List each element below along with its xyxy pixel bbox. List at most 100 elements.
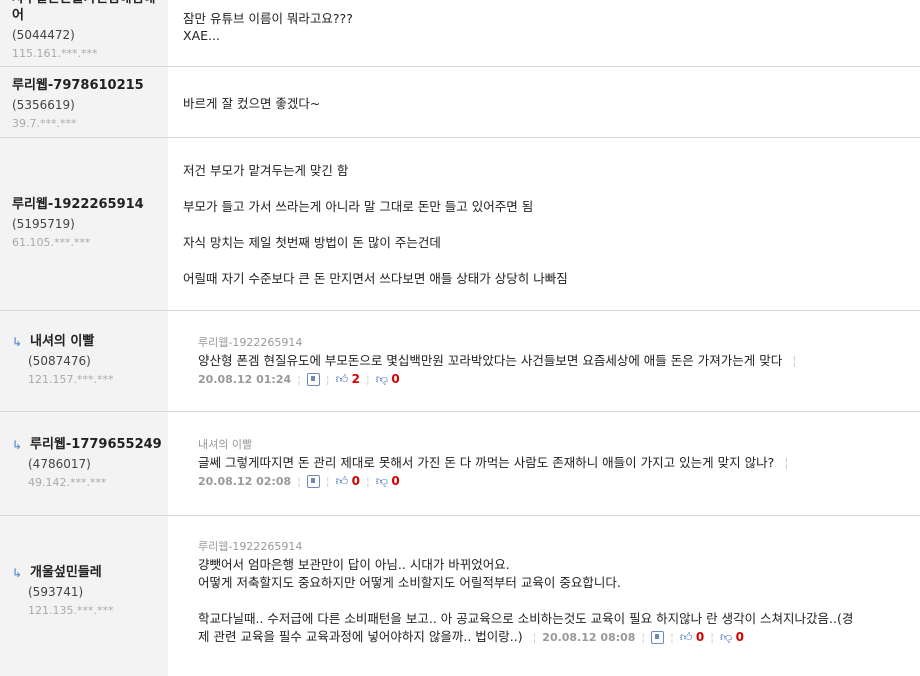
divider: ¦ [710,630,714,644]
reply-target[interactable]: 내셔의 이빨 [198,438,900,452]
upvote-button[interactable]: 👍︎ 0 [336,474,360,489]
report-icon[interactable] [306,475,320,488]
comment-line: 바르게 잘 컸으면 좋겠다~ [183,96,321,111]
author-nick-text[interactable]: 루리웹-1779655249 [30,436,162,453]
downvote-button[interactable]: 👎︎ 0 [720,628,744,647]
author-nick-text[interactable]: 내셔의 이빨 [30,333,94,350]
upvote-button[interactable]: 👍︎ 2 [336,372,360,387]
report-icon[interactable] [651,631,665,644]
author-nick[interactable]: 사우랄은은을가진팀해임해어 [12,0,162,24]
comment-author-panel: 루리웹-7978610215 (5356619) 39.7.***.*** [0,67,168,137]
reply-tools: ¦ 20.08.12 08:08 ¦ ¦ 👍︎ 0 ¦ 👎︎ 0 [533,628,744,647]
comment-body: 바르게 잘 컸으면 좋겠다~ [183,95,910,112]
reply-arrow-icon: ↳ [12,334,23,349]
downvote-count: 0 [391,474,400,488]
divider: ¦ [784,455,789,470]
thumbs-down-icon: 👎︎ [375,474,388,488]
reply-line: 어떻게 저축할지도 중요하지만 어떻게 소비할지도 어릴적부터 교육이 중요합니… [198,575,621,590]
author-nick-text[interactable]: 개울섶민들레 [30,564,102,581]
comment-line: 부모가 들고 가서 쓰라는게 아니라 말 그대로 돈만 들고 있어주면 됨 [183,199,534,214]
upvote-count: 0 [351,474,360,488]
reply-line [198,592,900,610]
author-ip: 49.142.***.*** [28,476,107,489]
thumbs-down-icon: 👎︎ [375,372,388,386]
reply-row: ↳ 내셔의 이빨 (5087476) 121.157.***.*** 루리웹-1… [0,311,920,412]
thumbs-down-icon: 👎︎ [719,630,733,644]
upvote-count: 2 [351,372,360,386]
reply-row: ↳ 개울섶민들레 (593741) 121.135.***.*** 루리웹-19… [0,516,920,676]
author-nick[interactable]: ↳ 개울섶민들레 [12,564,113,581]
author-ip: 121.157.***.*** [28,373,114,386]
author-nick[interactable]: ↳ 내셔의 이빨 [12,333,113,350]
comment-line: 잠만 유튜브 이름이 뭐라고요??? [183,11,353,26]
divider: ¦ [670,630,674,644]
comment-row: 사우랄은은을가진팀해임해어 (5044472) 115.161.***.*** … [0,0,920,67]
reply-arrow-icon: ↳ [12,437,23,452]
author-ip: 39.7.***.*** [12,117,77,130]
reply-body: 내셔의 이빨 글쎄 그렇게따지면 돈 관리 제대로 못해서 가진 돈 다 까먹는… [198,438,900,489]
comment-row: 루리웹-1922265914 (5195719) 61.105.***.*** … [0,138,920,311]
thumbs-up-icon: 👍︎ [335,474,349,488]
author-id: (593741) [28,585,84,599]
reply-tools: 20.08.12 02:08 ¦ ¦ 👍︎ 0 ¦ 👎︎ 0 [198,474,400,489]
downvote-button[interactable]: 👎︎ 0 [376,474,400,489]
reply-line: 걍뺏어서 엄마은행 보관만이 답이 아님.. 시대가 바뀌었어요. [198,557,510,572]
author-ip: 115.161.***.*** [12,47,98,60]
author-id: (4786017) [28,457,91,471]
reply-text: 걍뺏어서 엄마은행 보관만이 답이 아님.. 시대가 바뀌었어요. 어떻게 저축… [198,556,900,647]
comment-author-panel: 사우랄은은을가진팀해임해어 (5044472) 115.161.***.*** [0,0,168,66]
downvote-button[interactable]: 👎︎ 0 [376,372,400,387]
reply-line-last: 제 관련 교육을 필수 교육과정에 넣어야하지 않을까.. 법이랑..) ¦ 2… [198,628,900,647]
reply-author-panel: ↳ 개울섶민들레 (593741) 121.135.***.*** [0,516,168,676]
reply-body: 루리웹-1922265914 걍뺏어서 엄마은행 보관만이 답이 아님.. 시대… [198,540,900,647]
author-id: (5195719) [12,217,75,231]
reply-body: 루리웹-1922265914 양산형 폰겜 현질유도에 부모돈으로 몇십백만원 … [198,336,900,387]
divider: ¦ [325,373,330,386]
reply-author-panel: ↳ 내셔의 이빨 (5087476) 121.157.***.*** [0,311,168,411]
reply-line: 학교다닐때.. 수저급에 다른 소비패턴을 보고.. 아 공교육으로 소비하는것… [198,611,854,626]
reply-row: ↳ 루리웹-1779655249 (4786017) 49.142.***.**… [0,412,920,516]
comment-line: XAE... [183,28,220,43]
divider: ¦ [641,630,646,644]
reply-text-content: 양산형 폰겜 현질유도에 부모돈으로 몇십백만원 꼬라박았다는 사건들보면 요즘… [198,353,783,368]
comment-line: 저건 부모가 맡겨두는게 맞긴 함 [183,163,349,178]
author-id: (5044472) [12,28,75,42]
upvote-button[interactable]: 👍︎ 0 [680,628,704,647]
reply-tools: 20.08.12 01:24 ¦ ¦ 👍︎ 2 ¦ 👎︎ 0 [198,372,400,387]
reply-text: 글쎄 그렇게따지면 돈 관리 제대로 못해서 가진 돈 다 까먹는 사람도 존재… [198,454,900,472]
report-icon[interactable] [306,373,320,386]
divider: ¦ [365,373,370,386]
reply-arrow-icon: ↳ [12,565,23,580]
author-nick[interactable]: 루리웹-7978610215 [12,77,144,94]
downvote-count: 0 [735,630,745,644]
author-nick[interactable]: ↳ 루리웹-1779655249 [12,436,162,453]
reply-text-content: 글쎄 그렇게따지면 돈 관리 제대로 못해서 가진 돈 다 까먹는 사람도 존재… [198,455,775,470]
reply-text: 양산형 폰겜 현질유도에 부모돈으로 몇십백만원 꼬라박았다는 사건들보면 요즘… [198,352,900,370]
comment-body: 저건 부모가 맡겨두는게 맞긴 함 부모가 들고 가서 쓰라는게 아니라 말 그… [183,162,910,287]
thumbs-up-icon: 👍︎ [679,630,693,644]
downvote-count: 0 [391,372,400,386]
divider: ¦ [365,475,370,488]
author-id: (5356619) [12,98,75,112]
comment-line: 어릴때 자기 수준보다 큰 돈 만지면서 쓰다보면 애들 상태가 상당히 나빠짐 [183,271,568,286]
divider: ¦ [325,475,330,488]
divider: ¦ [297,475,301,488]
reply-date: 20.08.12 01:24 [198,373,292,386]
comment-list: 사우랄은은을가진팀해임해어 (5044472) 115.161.***.*** … [0,0,920,676]
upvote-count: 0 [695,630,705,644]
author-nick[interactable]: 루리웹-1922265914 [12,196,144,213]
thumbs-up-icon: 👍︎ [335,372,349,386]
divider: ¦ [532,630,537,644]
author-ip: 121.135.***.*** [28,604,114,617]
comment-row: 루리웹-7978610215 (5356619) 39.7.***.*** 바르… [0,67,920,138]
reply-target[interactable]: 루리웹-1922265914 [198,540,900,554]
divider: ¦ [792,353,797,368]
reply-line: 제 관련 교육을 필수 교육과정에 넣어야하지 않을까.. 법이랑..) [198,629,523,644]
reply-date: 20.08.12 02:08 [198,475,292,488]
comment-body: 잠만 유튜브 이름이 뭐라고요??? XAE... [183,10,910,44]
divider: ¦ [297,373,301,386]
reply-date: 20.08.12 08:08 [542,630,636,644]
author-id: (5087476) [28,354,91,368]
reply-author-panel: ↳ 루리웹-1779655249 (4786017) 49.142.***.**… [0,412,168,515]
reply-target[interactable]: 루리웹-1922265914 [198,336,900,350]
